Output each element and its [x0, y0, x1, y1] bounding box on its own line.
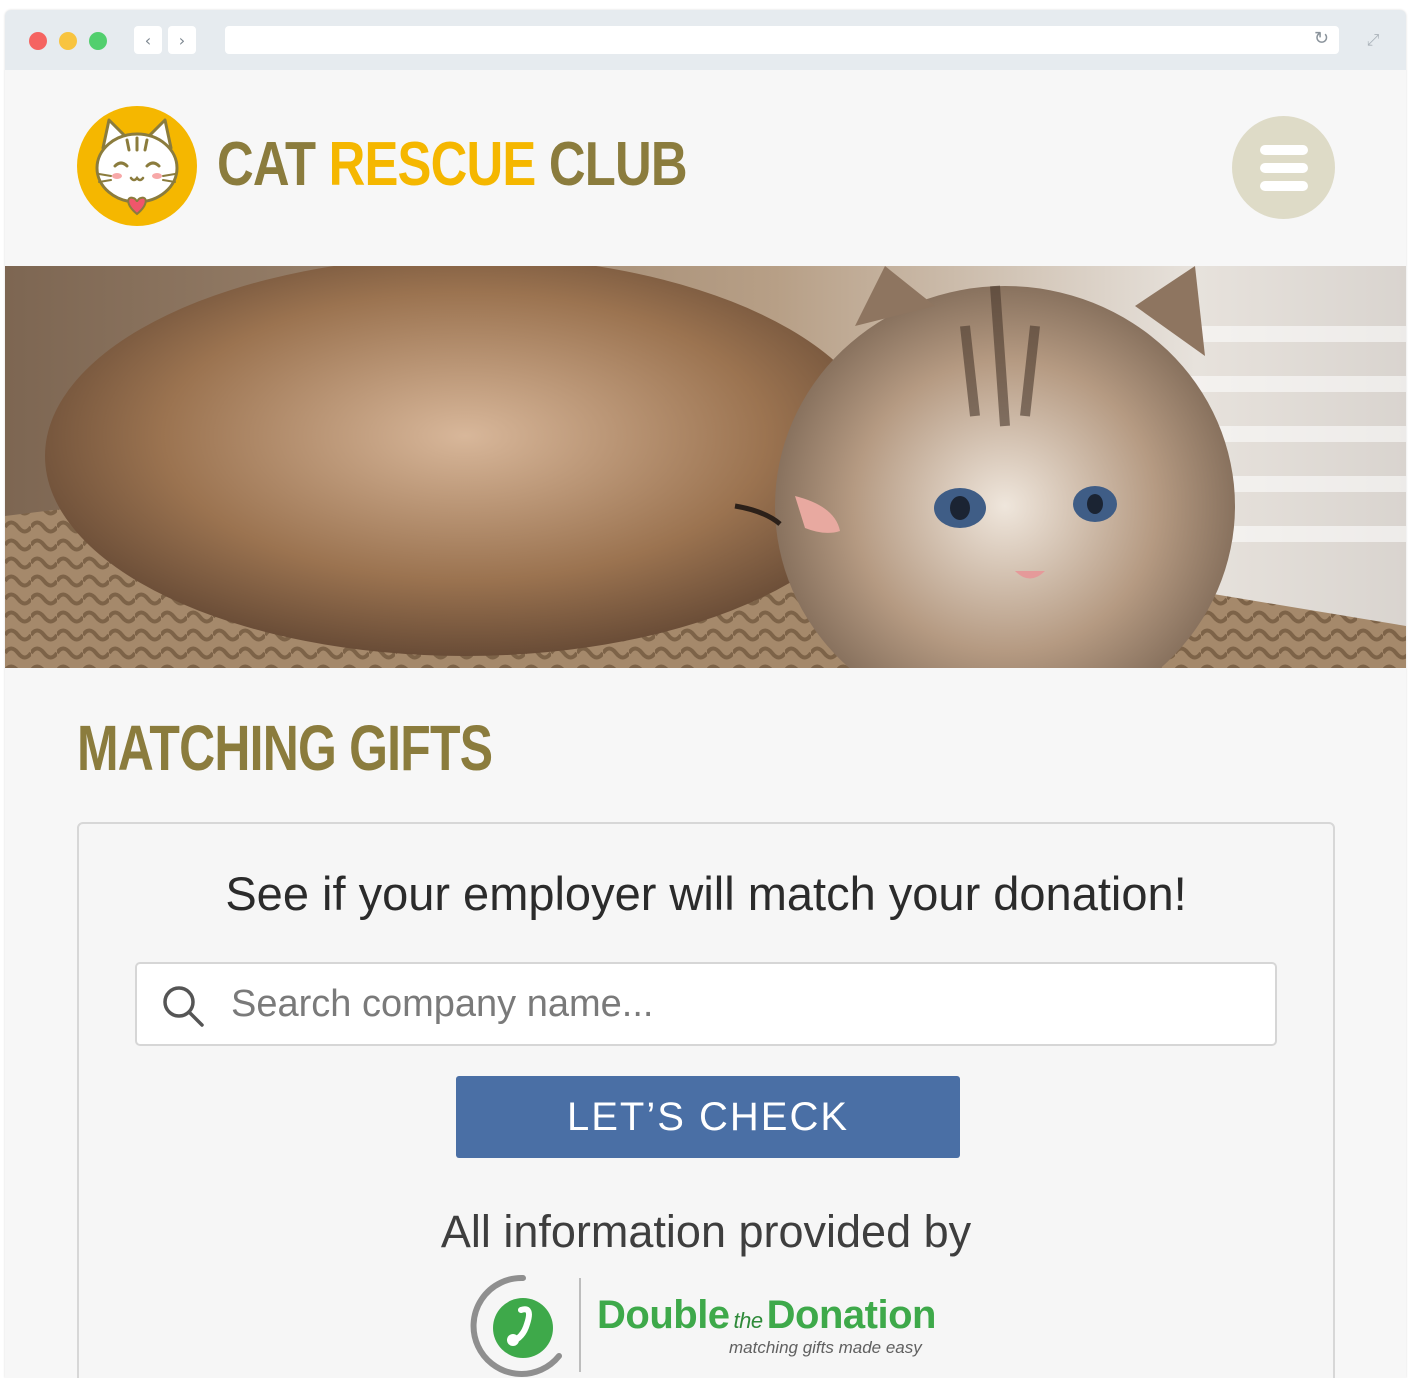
search-icon — [163, 986, 204, 1027]
brand-word-cat: CAT — [217, 130, 316, 199]
browser-window: ‹ › ↻ ⤢ CAT RESCUE CLUB MATCHING GIFTS S… — [5, 10, 1406, 1378]
double-the-donation-mark-icon — [470, 1274, 562, 1377]
lets-check-button[interactable]: LET’S CHECK — [456, 1076, 960, 1158]
hero-kittens-image — [5, 266, 1406, 668]
provider-name: Double the Donation — [597, 1292, 936, 1344]
brand-word-club: CLUB — [548, 130, 688, 199]
double-the-donation-logo[interactable]: Double the Donation matching gifts made ea… — [463, 1270, 963, 1378]
chevron-right-icon: › — [178, 30, 186, 50]
browser-toolbar: ‹ › ↻ ⤢ — [5, 10, 1406, 70]
provider-name-connector: the — [733, 1308, 764, 1333]
maximize-window-dot[interactable] — [89, 32, 107, 50]
provider-name-part1: Double — [597, 1293, 730, 1337]
cat-face-icon[interactable] — [75, 104, 199, 228]
logo-divider — [579, 1278, 581, 1372]
company-search-input[interactable] — [231, 974, 1261, 1034]
brand-name[interactable]: CAT RESCUE CLUB — [217, 128, 688, 202]
chevron-left-icon: ‹ — [144, 30, 152, 50]
hamburger-menu-icon — [1259, 162, 1308, 173]
matching-gifts-widget: See if your employer will match your don… — [77, 822, 1335, 1378]
provider-name-part2: Donation — [766, 1293, 937, 1337]
provided-by-text: All information provided by — [440, 1206, 972, 1257]
address-bar[interactable]: ↻ — [225, 26, 1339, 54]
menu-button[interactable] — [1232, 116, 1335, 219]
site-header: CAT RESCUE CLUB — [5, 70, 1406, 266]
minimize-window-dot[interactable] — [59, 32, 77, 50]
hamburger-menu-icon — [1259, 180, 1308, 191]
hamburger-menu-icon — [1259, 144, 1308, 155]
fullscreen-icon[interactable]: ⤢ — [1361, 28, 1385, 52]
brand-word-rescue: RESCUE — [328, 130, 537, 199]
reload-icon[interactable]: ↻ — [1314, 28, 1329, 49]
forward-button[interactable]: › — [168, 26, 196, 54]
company-search-box[interactable] — [135, 962, 1277, 1046]
close-window-dot[interactable] — [29, 32, 47, 50]
widget-heading: See if your employer will match your don… — [225, 867, 1187, 920]
page-title: MATCHING GIFTS — [77, 712, 493, 784]
provider-tagline: matching gifts made easy — [729, 1338, 922, 1357]
back-button[interactable]: ‹ — [134, 26, 162, 54]
